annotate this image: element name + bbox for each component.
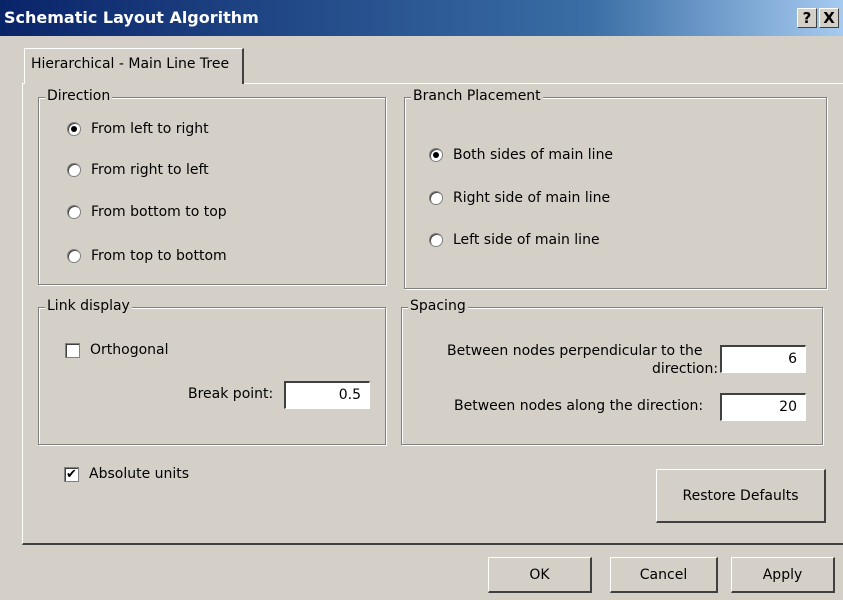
title-bar: Schematic Layout Algorithm ? X [0, 0, 843, 36]
direction-legend: Direction [45, 88, 113, 104]
absolute-units-checkbox[interactable]: ✔ Absolute units [64, 466, 189, 482]
radio-label: From bottom to top [91, 204, 227, 220]
radio-icon [67, 205, 81, 219]
restore-defaults-button[interactable]: Restore Defaults [656, 469, 826, 523]
radio-label: From right to left [91, 162, 209, 178]
direction-right-to-left-radio[interactable]: From right to left [67, 162, 209, 178]
radio-icon [429, 233, 443, 247]
spacing-legend: Spacing [408, 298, 468, 314]
radio-icon [67, 249, 81, 263]
break-point-label: Break point: [188, 386, 274, 402]
tab-hierarchical-main-line-tree[interactable]: Hierarchical - Main Line Tree [24, 48, 244, 84]
cancel-button[interactable]: Cancel [610, 557, 718, 593]
along-spacing-label: Between nodes along the direction: [454, 398, 704, 414]
radio-label: From top to bottom [91, 248, 227, 264]
close-button[interactable]: X [819, 8, 839, 28]
apply-button[interactable]: Apply [731, 557, 835, 593]
perpendicular-spacing-label-line2: direction: [652, 361, 719, 377]
break-point-input[interactable]: 0.5 [284, 381, 370, 409]
orthogonal-checkbox[interactable]: Orthogonal [65, 342, 169, 358]
perpendicular-spacing-input[interactable]: 6 [720, 345, 806, 373]
checkbox-unchecked-icon [65, 342, 80, 358]
branch-placement-group: Branch Placement Both sides of main line… [404, 88, 827, 289]
radio-label: Left side of main line [453, 232, 600, 248]
link-display-group: Link display Orthogonal Break point: 0.5 [38, 298, 386, 445]
direction-bottom-to-top-radio[interactable]: From bottom to top [67, 204, 227, 220]
direction-top-to-bottom-radio[interactable]: From top to bottom [67, 248, 227, 264]
radio-selected-icon [429, 148, 443, 162]
close-icon: X [823, 9, 835, 27]
branch-right-side-radio[interactable]: Right side of main line [429, 190, 610, 206]
radio-icon [67, 163, 81, 177]
help-button[interactable]: ? [797, 8, 817, 28]
branch-left-side-radio[interactable]: Left side of main line [429, 232, 600, 248]
direction-left-to-right-radio[interactable]: From left to right [67, 121, 209, 137]
direction-group: Direction From left to right From right … [38, 88, 386, 285]
radio-selected-icon [67, 122, 81, 136]
branch-both-sides-radio[interactable]: Both sides of main line [429, 147, 613, 163]
tab-label: Hierarchical - Main Line Tree [31, 56, 230, 72]
branch-placement-legend: Branch Placement [411, 88, 543, 104]
ok-button[interactable]: OK [488, 557, 592, 593]
radio-label: From left to right [91, 121, 209, 137]
checkmark-icon: ✔ [64, 466, 79, 482]
help-icon: ? [802, 9, 812, 27]
window-title: Schematic Layout Algorithm [4, 8, 259, 27]
link-display-legend: Link display [45, 298, 132, 314]
checkbox-label: Orthogonal [90, 342, 169, 358]
perpendicular-spacing-label: Between nodes perpendicular to the [447, 343, 703, 359]
radio-label: Right side of main line [453, 190, 611, 206]
radio-label: Both sides of main line [453, 147, 614, 163]
checkbox-label: Absolute units [89, 466, 190, 482]
radio-icon [429, 191, 443, 205]
spacing-group: Spacing Between nodes perpendicular to t… [401, 298, 823, 445]
along-spacing-input[interactable]: 20 [720, 393, 806, 421]
